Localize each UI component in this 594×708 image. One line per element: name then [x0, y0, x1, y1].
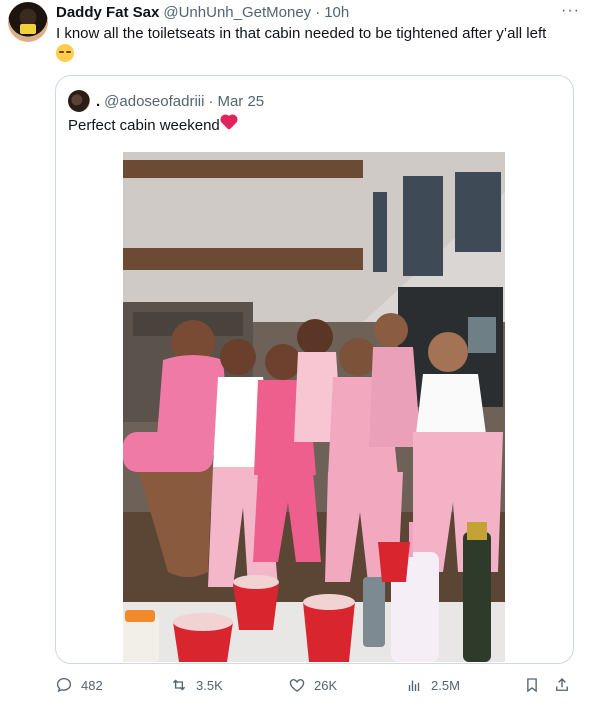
- reply-count: 482: [81, 677, 103, 693]
- heart-icon: [289, 679, 305, 692]
- share-button[interactable]: [553, 670, 571, 700]
- quoted-separator: ·: [208, 92, 214, 110]
- quoted-tweet-text: Perfect cabin weekend: [68, 115, 240, 136]
- action-bar: 482 3.5K 26K 2.5M: [0, 670, 594, 700]
- two-hearts-emoji: [221, 115, 240, 132]
- quoted-photo[interactable]: [123, 152, 505, 662]
- like-count: 26K: [314, 677, 338, 693]
- author-name[interactable]: Daddy Fat Sax: [56, 4, 159, 21]
- more-horizontal-icon[interactable]: ···: [561, 2, 580, 20]
- group-photo-illustration: [123, 152, 505, 662]
- tweet-header: Daddy Fat Sax @UnhUnh_GetMoney · 10h: [56, 2, 349, 22]
- reply-button[interactable]: 482: [55, 670, 103, 700]
- quoted-tweet-header: . @adoseofadriii · Mar 25: [96, 90, 264, 112]
- bookmark-icon: [527, 678, 537, 693]
- like-button[interactable]: 26K: [288, 670, 337, 700]
- tweet: Daddy Fat Sax @UnhUnh_GetMoney · 10h ···…: [0, 0, 594, 708]
- tweet-time[interactable]: 10h: [324, 4, 349, 21]
- author-handle[interactable]: @UnhUnh_GetMoney: [163, 4, 311, 21]
- retweet-count: 3.5K: [196, 677, 223, 693]
- tweet-text: I know all the toiletseats in that cabin…: [56, 24, 576, 65]
- tweet-text-body: I know all the toiletseats in that cabin…: [56, 25, 547, 42]
- bookmark-button[interactable]: [523, 670, 541, 700]
- quoted-tweet[interactable]: . @adoseofadriii · Mar 25 Perfect cabin …: [55, 75, 574, 664]
- views-button[interactable]: 2.5M: [405, 670, 460, 700]
- quoted-display-name: .: [96, 92, 101, 110]
- quoted-handle: @adoseofadriii: [104, 92, 205, 110]
- quoted-date: Mar 25: [217, 92, 265, 110]
- views-count: 2.5M: [431, 677, 460, 693]
- quoted-text-body: Perfect cabin weekend: [68, 117, 220, 134]
- author-avatar[interactable]: [8, 2, 48, 42]
- share-icon: [556, 678, 568, 691]
- header-separator: ·: [315, 3, 321, 21]
- quoted-author-avatar: [68, 90, 90, 112]
- relieved-face-emoji: [56, 44, 74, 62]
- retweet-icon: [172, 679, 186, 691]
- analytics-icon: [408, 680, 420, 691]
- reply-icon: [56, 677, 72, 693]
- retweet-button[interactable]: 3.5K: [170, 670, 223, 700]
